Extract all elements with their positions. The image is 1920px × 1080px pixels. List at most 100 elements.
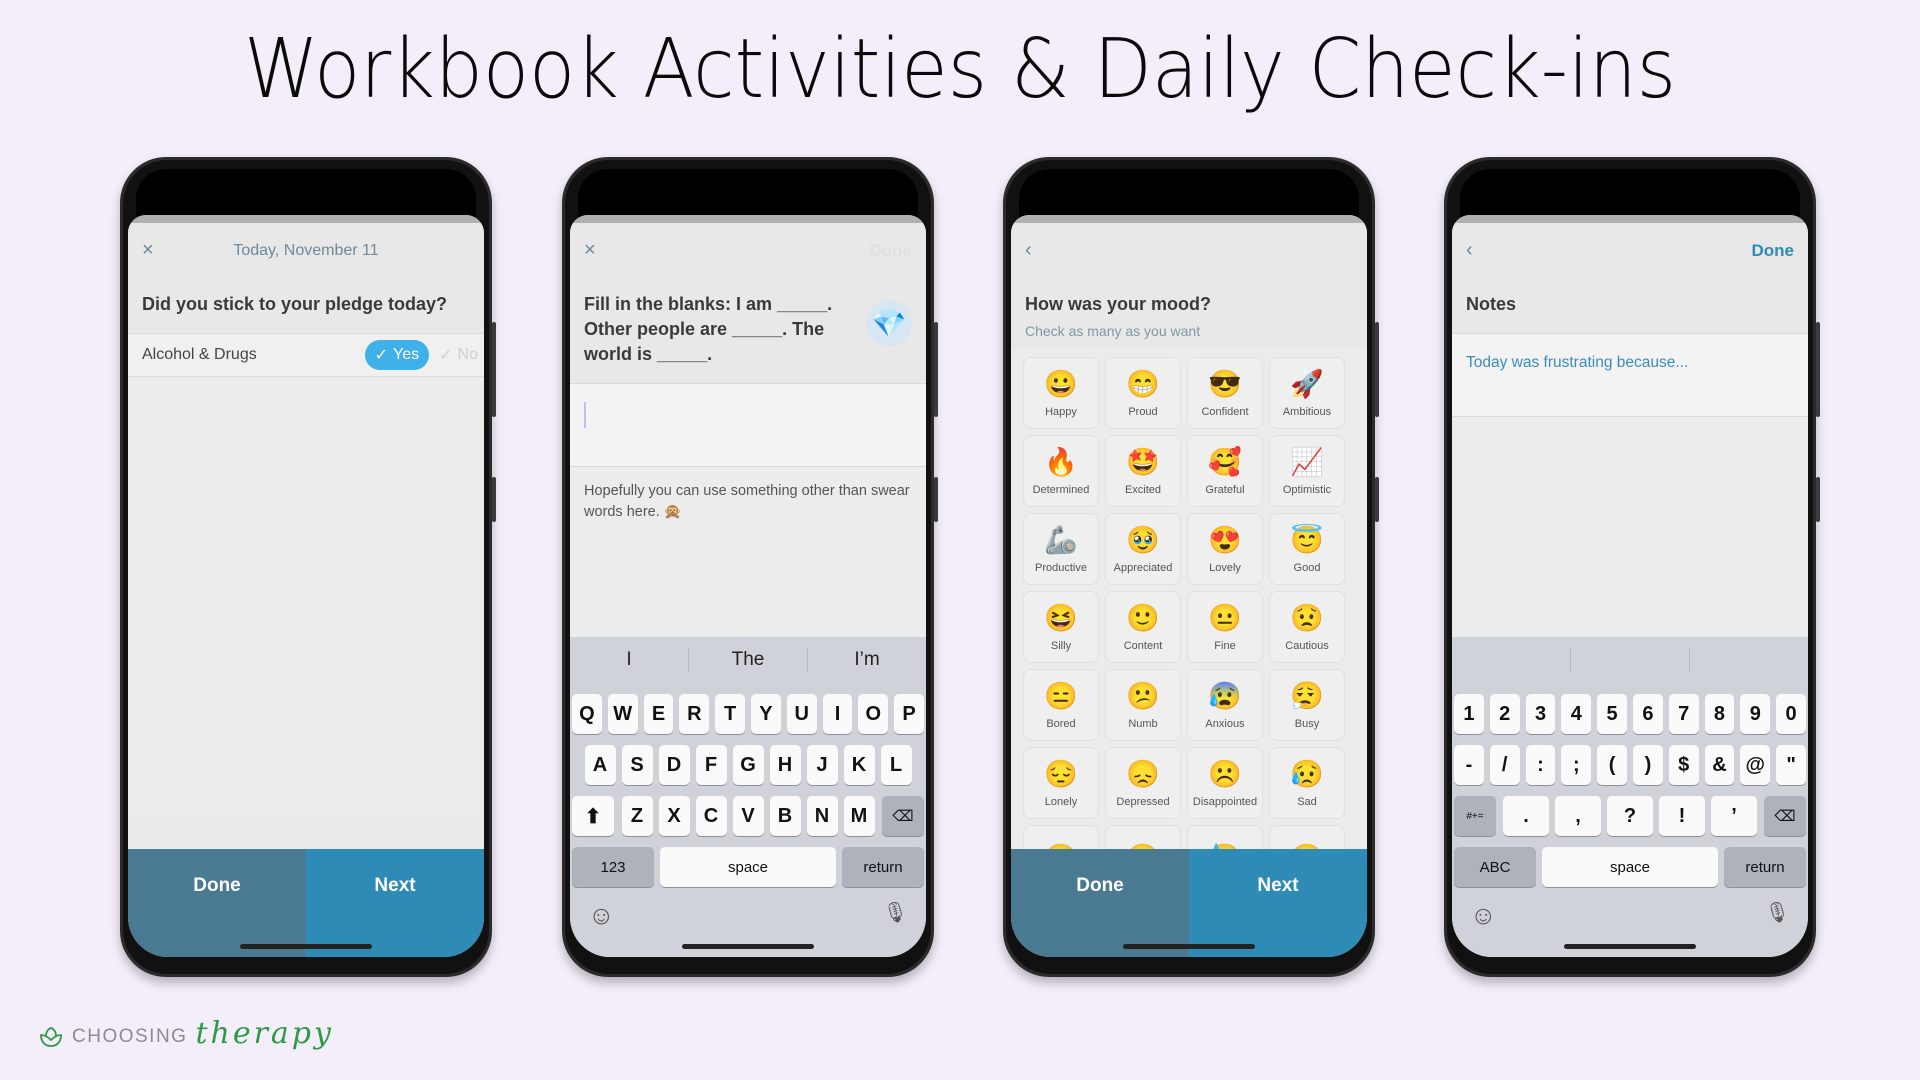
key[interactable]: H [769,745,801,785]
key[interactable]: V [732,796,764,836]
key[interactable]: I [822,694,853,734]
suggestion[interactable]: I’m [808,648,926,672]
suggestion[interactable] [1571,648,1690,672]
numbers-key[interactable]: 123 [572,847,654,887]
next-button[interactable]: Next [1189,849,1367,957]
back-icon[interactable]: ‹ [1025,239,1045,262]
emoji-keyboard-icon[interactable]: ☺ [588,900,615,931]
mood-option[interactable]: 🤩 Excited [1105,435,1181,507]
close-icon[interactable]: × [142,239,162,262]
suggestion[interactable] [1452,648,1571,672]
key[interactable]: 4 [1561,694,1592,734]
mood-option[interactable]: 😮‍💨 Busy [1269,669,1345,741]
key[interactable]: ! [1659,796,1705,836]
mood-option[interactable]: 📈 Optimistic [1269,435,1345,507]
key[interactable]: F [695,745,727,785]
key[interactable]: 1 [1454,694,1484,734]
key[interactable]: G [732,745,764,785]
key[interactable]: M [843,796,875,836]
home-indicator[interactable] [1564,944,1696,949]
space-key[interactable]: space [660,847,836,887]
key[interactable]: O [858,694,889,734]
mood-option[interactable]: 🥹 Appreciated [1105,513,1181,585]
key[interactable]: 7 [1668,694,1699,734]
home-indicator[interactable] [682,944,814,949]
done-button[interactable]: Done [128,849,306,957]
mood-option[interactable]: 😐 Fine [1187,591,1263,663]
key[interactable]: 9 [1740,694,1771,734]
backspace-key[interactable]: ⌫ [882,796,924,836]
key[interactable]: A [584,745,616,785]
done-button[interactable]: Done [1011,849,1189,957]
key[interactable]: ) [1633,745,1663,785]
mood-option[interactable]: 🙂 Content [1105,591,1181,663]
key[interactable]: ? [1607,796,1653,836]
mood-option[interactable]: 😍 Lovely [1187,513,1263,585]
key[interactable]: ’ [1711,796,1757,836]
key[interactable]: " [1776,745,1806,785]
mood-option[interactable]: 😟 Cautious [1269,591,1345,663]
key[interactable]: P [894,694,924,734]
done-button[interactable]: Done [1752,241,1795,261]
suggestion[interactable] [1690,648,1808,672]
mood-option[interactable]: 😑 Bored [1023,669,1099,741]
home-indicator[interactable] [1123,944,1255,949]
backspace-key[interactable]: ⌫ [1764,796,1806,836]
mood-option[interactable]: 😕 Numb [1105,669,1181,741]
mood-option[interactable]: 🥰 Grateful [1187,435,1263,507]
home-indicator[interactable] [240,944,372,949]
notes-input[interactable]: Today was frustrating because... [1452,333,1808,417]
key[interactable]: $ [1668,745,1699,785]
abc-key[interactable]: ABC [1454,847,1536,887]
mood-option[interactable]: 😰 Anxious [1187,669,1263,741]
key[interactable]: 8 [1704,694,1735,734]
suggestion[interactable]: I [570,648,689,672]
mood-option[interactable]: 🔥 Determined [1023,435,1099,507]
key[interactable]: K [843,745,875,785]
key[interactable]: Q [572,694,602,734]
return-key[interactable]: return [1724,847,1806,887]
key[interactable]: R [679,694,710,734]
mood-option[interactable]: 🚀 Ambitious [1269,357,1345,429]
return-key[interactable]: return [842,847,924,887]
mood-option[interactable]: 🦾 Productive [1023,513,1099,585]
key[interactable]: B [769,796,801,836]
yes-button[interactable]: ✓ Yes [364,340,430,370]
space-key[interactable]: space [1542,847,1718,887]
key[interactable]: ; [1561,745,1592,785]
mood-option[interactable]: 😆 Silly [1023,591,1099,663]
mood-option[interactable]: 😔 Lonely [1023,747,1099,819]
key[interactable]: L [880,745,912,785]
key[interactable]: N [806,796,838,836]
emoji-keyboard-icon[interactable]: ☺ [1470,900,1497,931]
key[interactable]: & [1704,745,1735,785]
key[interactable]: U [786,694,817,734]
key[interactable]: , [1555,796,1601,836]
microphone-icon[interactable]: 🎙 [1765,900,1790,931]
mood-option[interactable]: ☹️ Disappointed [1187,747,1263,819]
key[interactable]: 6 [1633,694,1663,734]
mood-option[interactable]: 😀 Happy [1023,357,1099,429]
key[interactable]: Z [621,796,653,836]
key[interactable]: 5 [1597,694,1627,734]
key[interactable]: 0 [1776,694,1806,734]
key[interactable]: D [658,745,690,785]
done-button-disabled[interactable]: Done [870,241,913,261]
key[interactable]: . [1503,796,1549,836]
next-button[interactable]: Next [306,849,484,957]
mood-option[interactable]: 😁 Proud [1105,357,1181,429]
key[interactable]: / [1489,745,1520,785]
back-icon[interactable]: ‹ [1466,239,1486,262]
key[interactable]: @ [1740,745,1771,785]
key[interactable]: : [1525,745,1556,785]
no-button[interactable]: ✓ No [439,345,478,365]
answer-input[interactable] [570,383,926,467]
mood-option[interactable]: 😞 Depressed [1105,747,1181,819]
key[interactable]: C [695,796,727,836]
key[interactable]: 3 [1525,694,1556,734]
suggestion[interactable]: The [689,648,808,672]
key[interactable]: E [643,694,674,734]
microphone-icon[interactable]: 🎙 [883,900,908,931]
mood-option[interactable]: 😥 Sad [1269,747,1345,819]
key[interactable]: W [607,694,638,734]
